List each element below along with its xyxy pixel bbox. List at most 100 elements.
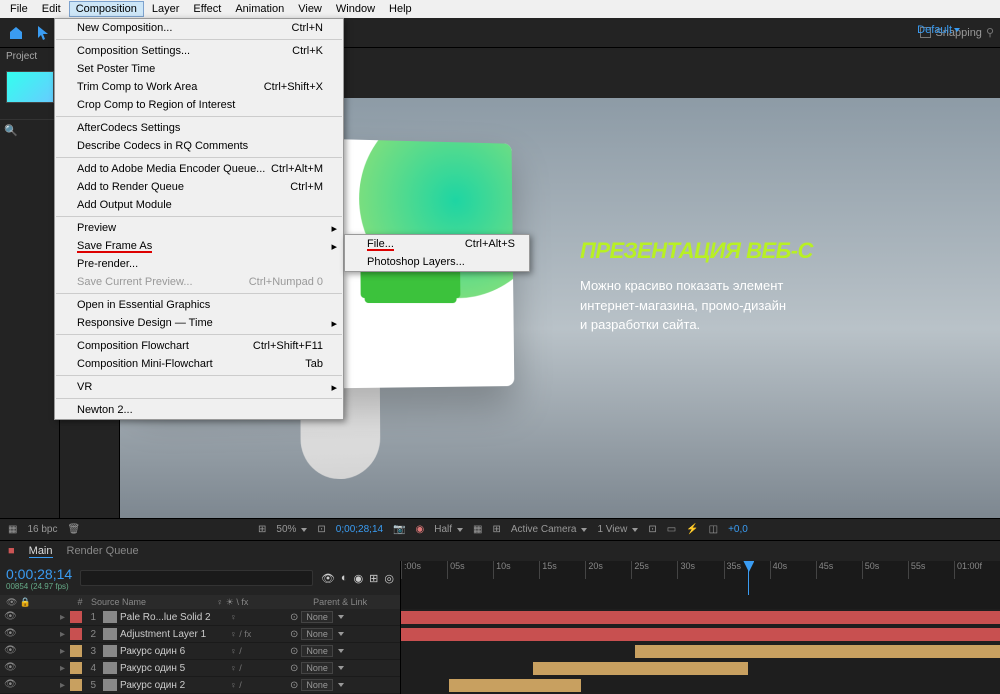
layer-color-chip[interactable] bbox=[70, 611, 82, 623]
layer-name[interactable]: Pale Ro...lue Solid 2 bbox=[120, 612, 230, 623]
layer-name[interactable]: Adjustment Layer 1 bbox=[120, 629, 230, 640]
parent-dropdown[interactable]: None bbox=[301, 645, 333, 657]
menu-composition[interactable]: Composition bbox=[69, 1, 144, 17]
layer-row[interactable]: 👁▸2Adjustment Layer 1♀ / fx⊙None bbox=[0, 626, 1000, 643]
menu-animation[interactable]: Animation bbox=[229, 2, 290, 16]
menu-item-add-to-adobe-media-encoder-queue[interactable]: Add to Adobe Media Encoder Queue...Ctrl+… bbox=[55, 160, 343, 178]
menu-item-open-in-essential-graphics[interactable]: Open in Essential Graphics bbox=[55, 296, 343, 314]
timeline-tab-render-queue[interactable]: Render Queue bbox=[67, 545, 139, 557]
pickwhip-icon[interactable]: ⊙ bbox=[290, 629, 298, 640]
layer-chevron-icon[interactable]: ▸ bbox=[60, 680, 70, 691]
snap-options-icon[interactable]: ⚲ bbox=[986, 26, 994, 39]
resolution-icon[interactable]: ⊡ bbox=[317, 524, 325, 535]
view-dropdown[interactable]: 1 View bbox=[597, 524, 638, 535]
pickwhip-icon[interactable]: ⊙ bbox=[290, 663, 298, 674]
layer-switches[interactable]: ♀ / fx bbox=[230, 629, 290, 639]
layer-name[interactable]: Ракурс один 2 bbox=[120, 680, 230, 691]
zoom-dropdown[interactable]: 50% bbox=[276, 524, 307, 535]
layer-chevron-icon[interactable]: ▸ bbox=[60, 646, 70, 657]
menu-item-composition-mini-flowchart[interactable]: Composition Mini-FlowchartTab bbox=[55, 355, 343, 373]
col-header-num[interactable]: # bbox=[77, 597, 91, 607]
layer-bar-track[interactable] bbox=[400, 626, 1000, 643]
pickwhip-icon[interactable]: ⊙ bbox=[290, 612, 298, 623]
project-thumbnail[interactable] bbox=[6, 71, 54, 103]
layer-chevron-icon[interactable]: ▸ bbox=[60, 629, 70, 640]
menu-help[interactable]: Help bbox=[383, 2, 418, 16]
timeline-ruler[interactable]: :00s05s10s15s20s25s30s35s40s45s50s55s01:… bbox=[400, 561, 1000, 595]
layer-color-chip[interactable] bbox=[70, 645, 82, 657]
submenu-item-file[interactable]: File...Ctrl+Alt+S bbox=[345, 235, 529, 253]
menu-edit[interactable]: Edit bbox=[36, 2, 67, 16]
layer-color-chip[interactable] bbox=[70, 662, 82, 674]
layer-switches[interactable]: ♀ / bbox=[230, 663, 290, 673]
parent-dropdown[interactable]: None bbox=[301, 662, 333, 674]
layer-switches[interactable]: ♀ / bbox=[230, 680, 290, 690]
layer-name[interactable]: Ракурс один 6 bbox=[120, 646, 230, 657]
menu-item-vr[interactable]: VR▸ bbox=[55, 378, 343, 396]
menu-item-crop-comp-to-region-of-interest[interactable]: Crop Comp to Region of Interest bbox=[55, 96, 343, 114]
col-header-source[interactable]: Source Name bbox=[91, 597, 217, 607]
layer-bar-track[interactable] bbox=[400, 677, 1000, 694]
menu-file[interactable]: File bbox=[4, 2, 34, 16]
camera-dropdown[interactable]: Active Camera bbox=[511, 524, 588, 535]
exposure-value[interactable]: +0,0 bbox=[728, 524, 748, 535]
menu-item-preview[interactable]: Preview▸ bbox=[55, 219, 343, 237]
layer-bar-track[interactable] bbox=[400, 660, 1000, 677]
workspace-default[interactable]: Default bbox=[917, 24, 960, 36]
parent-dropdown[interactable]: None bbox=[301, 611, 333, 623]
brainstorm-icon[interactable]: ◎ bbox=[384, 572, 394, 585]
eye-icon[interactable]: 👁 bbox=[4, 628, 16, 640]
layer-duration-bar[interactable] bbox=[635, 645, 1000, 658]
view-option-icon[interactable]: ⊡ bbox=[648, 524, 656, 535]
bpc-label[interactable]: 16 bpc bbox=[27, 524, 57, 535]
shy-icon[interactable]: 👁 bbox=[321, 572, 335, 585]
graph-icon[interactable]: ⊞ bbox=[369, 572, 378, 585]
col-header-switches[interactable]: ♀ ☀ \ fx bbox=[217, 597, 314, 608]
submenu-item-photoshop-layers[interactable]: Photoshop Layers... bbox=[345, 253, 529, 271]
menu-item-responsive-design-time[interactable]: Responsive Design — Time▸ bbox=[55, 314, 343, 332]
trash-icon[interactable]: 🗑 bbox=[67, 524, 80, 535]
col-header-parent[interactable]: Parent & Link bbox=[313, 597, 400, 607]
layer-duration-bar[interactable] bbox=[449, 679, 581, 692]
color-mgmt-icon[interactable]: ◉ bbox=[416, 524, 425, 535]
quality-dropdown[interactable]: Half bbox=[434, 524, 463, 535]
menu-layer[interactable]: Layer bbox=[146, 2, 186, 16]
menu-item-trim-comp-to-work-area[interactable]: Trim Comp to Work AreaCtrl+Shift+X bbox=[55, 78, 343, 96]
layer-duration-bar[interactable] bbox=[401, 611, 1000, 624]
layer-row[interactable]: 👁▸1Pale Ro...lue Solid 2♀⊙None bbox=[0, 609, 1000, 626]
timeline-timecode[interactable]: 0;00;28;14 bbox=[6, 566, 72, 582]
eye-header-icon[interactable]: 👁 🔒 bbox=[6, 597, 31, 607]
menu-item-newton-2[interactable]: Newton 2... bbox=[55, 401, 343, 419]
guides-icon[interactable]: ⊞ bbox=[493, 524, 501, 535]
menu-item-describe-codecs-in-rq-comments[interactable]: Describe Codecs in RQ Comments bbox=[55, 137, 343, 155]
layer-switches[interactable]: ♀ / bbox=[230, 646, 290, 656]
menu-item-composition-settings[interactable]: Composition Settings...Ctrl+K bbox=[55, 42, 343, 60]
layer-bar-track[interactable] bbox=[400, 643, 1000, 660]
layer-duration-bar[interactable] bbox=[401, 628, 1000, 641]
menu-window[interactable]: Window bbox=[330, 2, 381, 16]
eye-icon[interactable]: 👁 bbox=[4, 679, 16, 691]
menu-view[interactable]: View bbox=[292, 2, 328, 16]
menu-item-composition-flowchart[interactable]: Composition FlowchartCtrl+Shift+F11 bbox=[55, 337, 343, 355]
layer-chevron-icon[interactable]: ▸ bbox=[60, 612, 70, 623]
footer-timecode[interactable]: 0;00;28;14 bbox=[336, 524, 383, 535]
grid-icon[interactable]: ▦ bbox=[473, 524, 482, 535]
layer-color-chip[interactable] bbox=[70, 628, 82, 640]
layer-bar-track[interactable] bbox=[400, 609, 1000, 626]
timeline-tab-main[interactable]: Main bbox=[29, 545, 53, 558]
parent-dropdown[interactable]: None bbox=[301, 679, 333, 691]
menu-item-set-poster-time[interactable]: Set Poster Time bbox=[55, 60, 343, 78]
timeline-search[interactable] bbox=[80, 570, 313, 586]
frameblend-icon[interactable]: ◐ bbox=[341, 572, 348, 585]
home-icon[interactable] bbox=[6, 23, 26, 43]
transparency-icon[interactable]: ◫ bbox=[709, 524, 718, 535]
project-tab[interactable]: Project bbox=[0, 48, 59, 65]
layer-color-chip[interactable] bbox=[70, 679, 82, 691]
pickwhip-icon[interactable]: ⊙ bbox=[290, 680, 298, 691]
pickwhip-icon[interactable]: ⊙ bbox=[290, 646, 298, 657]
motionblur-icon[interactable]: ◉ bbox=[354, 572, 364, 585]
layer-row[interactable]: 👁▸3Ракурс один 6♀ /⊙None bbox=[0, 643, 1000, 660]
selection-tool-icon[interactable] bbox=[34, 23, 54, 43]
pixel-aspect-icon[interactable]: ▭ bbox=[667, 524, 676, 535]
toggle-alpha-icon[interactable]: ▦ bbox=[8, 524, 17, 535]
